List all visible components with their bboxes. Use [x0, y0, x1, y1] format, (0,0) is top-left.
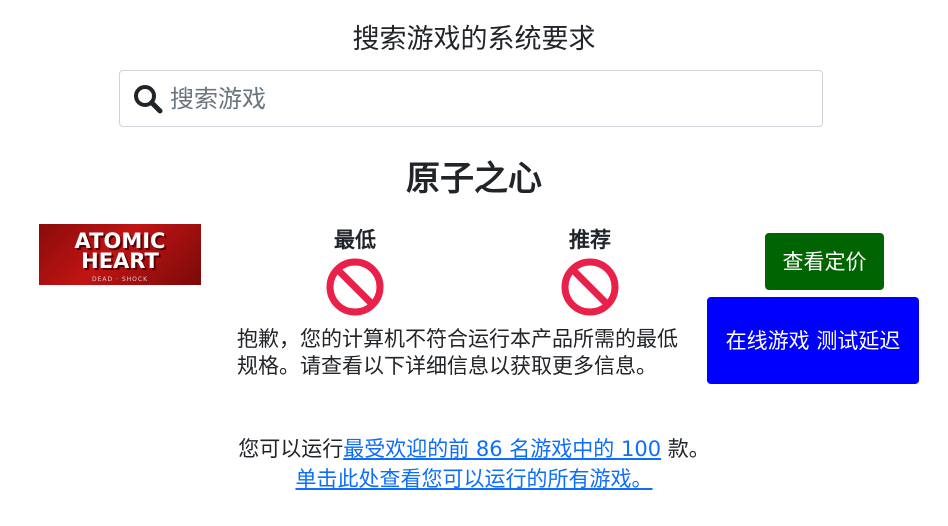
game-title: 原子之心	[406, 159, 542, 199]
game-logo-text: ATOMIC HEART	[74, 229, 166, 273]
game-logo[interactable]: ATOMIC HEART DEAD · SHOCK	[39, 224, 201, 285]
prohibited-icon	[561, 258, 619, 316]
requirements-failed-message: 抱歉，您的计算机不符合运行本产品所需的最低规格。请查看以下详细信息以获取更多信息…	[237, 327, 678, 378]
run-summary-suffix: 款。	[661, 437, 710, 461]
search-box[interactable]	[119, 70, 823, 127]
test-latency-button[interactable]: 在线游戏 测试延迟	[707, 297, 919, 384]
recommended-requirements: 推荐	[545, 225, 635, 317]
search-icon	[134, 84, 163, 113]
minimum-requirements: 最低	[310, 225, 400, 317]
all-runnable-games-link[interactable]: 单击此处查看您可以运行的所有游戏。	[296, 467, 653, 491]
run-summary: 您可以运行最受欢迎的前 86 名游戏中的 100 款。	[0, 434, 948, 464]
all-games-link-line: 单击此处查看您可以运行的所有游戏。	[0, 464, 948, 494]
view-pricing-button[interactable]: 查看定价	[765, 233, 884, 290]
popular-games-link[interactable]: 最受欢迎的前 86 名游戏中的 100	[343, 437, 661, 461]
prohibited-icon	[326, 258, 384, 316]
minimum-label: 最低	[334, 228, 376, 252]
game-logo-subtext: DEAD · SHOCK	[91, 276, 149, 283]
page-title: 搜索游戏的系统要求	[352, 24, 596, 55]
page: 搜索游戏的系统要求 原子之心 ATOMIC HEART DEAD · SHOCK…	[0, 0, 948, 526]
run-summary-prefix: 您可以运行	[238, 437, 344, 461]
recommended-label: 推荐	[569, 228, 611, 252]
search-input[interactable]	[168, 77, 822, 120]
